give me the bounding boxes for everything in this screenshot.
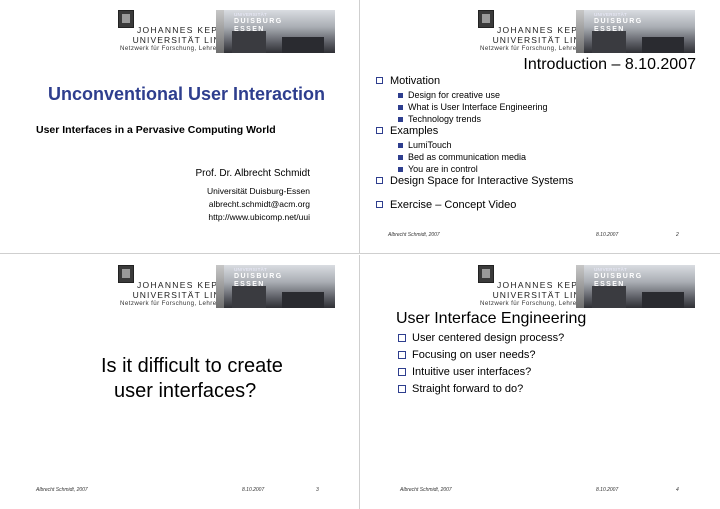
jku-university: UNIVERSITÄT LINZ (492, 35, 587, 45)
filled-bullet-icon (398, 105, 403, 110)
slide-3: JOHANNES KEPLER UNIVERSITÄT LINZ Netzwer… (0, 255, 360, 509)
outline-item: Design Space for Interactive Systems (376, 175, 573, 187)
bullet-item: Intuitive user interfaces? (398, 366, 531, 378)
filled-bullet-icon (398, 93, 403, 98)
ude-vertical-logo (576, 10, 584, 53)
page-number: 3 (316, 487, 319, 493)
ude-vertical-logo (216, 10, 224, 53)
affiliation: Universität Duisburg-Essen (207, 186, 310, 196)
square-bullet-icon (398, 334, 406, 342)
question-line-2: user interfaces? (114, 380, 257, 402)
page-number: 4 (676, 487, 679, 493)
university-banner: JOHANNES KEPLER UNIVERSITÄT LINZ Netzwer… (118, 265, 335, 308)
ude-logo-text: DUISBURG ESSEN (594, 273, 643, 288)
footer-author: Albrecht Schmidt, 2007 (36, 487, 88, 493)
university-banner: JOHANNES KEPLER UNIVERSITÄT LINZ Netzwer… (478, 10, 695, 53)
bullet-item: Straight forward to do? (398, 383, 523, 395)
outline-subitem: Technology trends (398, 114, 481, 124)
footer-date: 8.10.2007 (242, 487, 265, 493)
page-number: 2 (676, 232, 679, 238)
slide-2: JOHANNES KEPLER UNIVERSITÄT LINZ Netzwer… (360, 0, 720, 254)
outline-subitem: You are in control (398, 164, 478, 174)
outline-subitem: LumiTouch (398, 140, 452, 150)
square-bullet-icon (376, 201, 383, 208)
ude-vertical-logo (576, 265, 584, 308)
university-banner: JOHANNES KEPLER UNIVERSITÄT LINZ Netzwer… (478, 265, 695, 308)
slide-subtitle: User Interfaces in a Pervasive Computing… (36, 124, 276, 136)
footer-date: 8.10.2007 (596, 232, 619, 238)
ude-logo-text: DUISBURG ESSEN (234, 273, 283, 288)
jku-seal-icon (118, 265, 134, 283)
jku-seal-icon (118, 10, 134, 28)
bullet-item: Focusing on user needs? (398, 349, 536, 361)
square-bullet-icon (376, 77, 383, 84)
jku-university: UNIVERSITÄT LINZ (132, 35, 227, 45)
square-bullet-icon (398, 368, 406, 376)
slide-title: Introduction – 8.10.2007 (523, 56, 696, 73)
outline-subitem: Bed as communication media (398, 152, 526, 162)
outline-item: Motivation (376, 75, 440, 87)
url-link[interactable]: http://www.ubicomp.net/uui (0, 211, 310, 224)
ude-logo-text: DUISBURG ESSEN (594, 18, 643, 33)
jku-university: UNIVERSITÄT LINZ (132, 290, 227, 300)
ude-small-label: UNIVERSITÄT (234, 267, 268, 272)
footer-date: 8.10.2007 (596, 487, 619, 493)
outline-subitem: Design for creative use (398, 90, 500, 100)
footer-author: Albrecht Schmidt, 2007 (400, 487, 452, 493)
email-link[interactable]: albrecht.schmidt@acm.org (0, 198, 310, 211)
ude-vertical-logo (216, 265, 224, 308)
filled-bullet-icon (398, 155, 403, 160)
jku-seal-icon (478, 265, 494, 283)
slide-title: User Interface Engineering (396, 310, 587, 327)
footer-author: Albrecht Schmidt, 2007 (388, 232, 440, 238)
jku-seal-icon (478, 10, 494, 28)
author-name: Prof. Dr. Albrecht Schmidt (195, 168, 311, 179)
jku-university: UNIVERSITÄT LINZ (492, 290, 587, 300)
outline-subitem: What is User Interface Engineering (398, 102, 548, 112)
filled-bullet-icon (398, 167, 403, 172)
square-bullet-icon (398, 351, 406, 359)
slide-4: JOHANNES KEPLER UNIVERSITÄT LINZ Netzwer… (360, 255, 720, 509)
square-bullet-icon (376, 177, 383, 184)
slide-title: Unconventional User Interaction (48, 84, 326, 104)
filled-bullet-icon (398, 143, 403, 148)
outline-item: Exercise – Concept Video (376, 199, 516, 211)
outline-item: Examples (376, 125, 438, 137)
square-bullet-icon (398, 385, 406, 393)
question-line-1: Is it difficult to create (101, 355, 283, 377)
slide-1: JOHANNES KEPLER UNIVERSITÄT LINZ Netzwer… (0, 0, 360, 254)
ude-small-label: UNIVERSITÄT (594, 267, 628, 272)
university-banner: JOHANNES KEPLER UNIVERSITÄT LINZ Netzwer… (118, 10, 335, 53)
bullet-item: User centered design process? (398, 332, 564, 344)
ude-small-label: UNIVERSITÄT (234, 12, 268, 17)
square-bullet-icon (376, 127, 383, 134)
ude-logo-text: DUISBURG ESSEN (234, 18, 283, 33)
ude-small-label: UNIVERSITÄT (594, 12, 628, 17)
filled-bullet-icon (398, 117, 403, 122)
